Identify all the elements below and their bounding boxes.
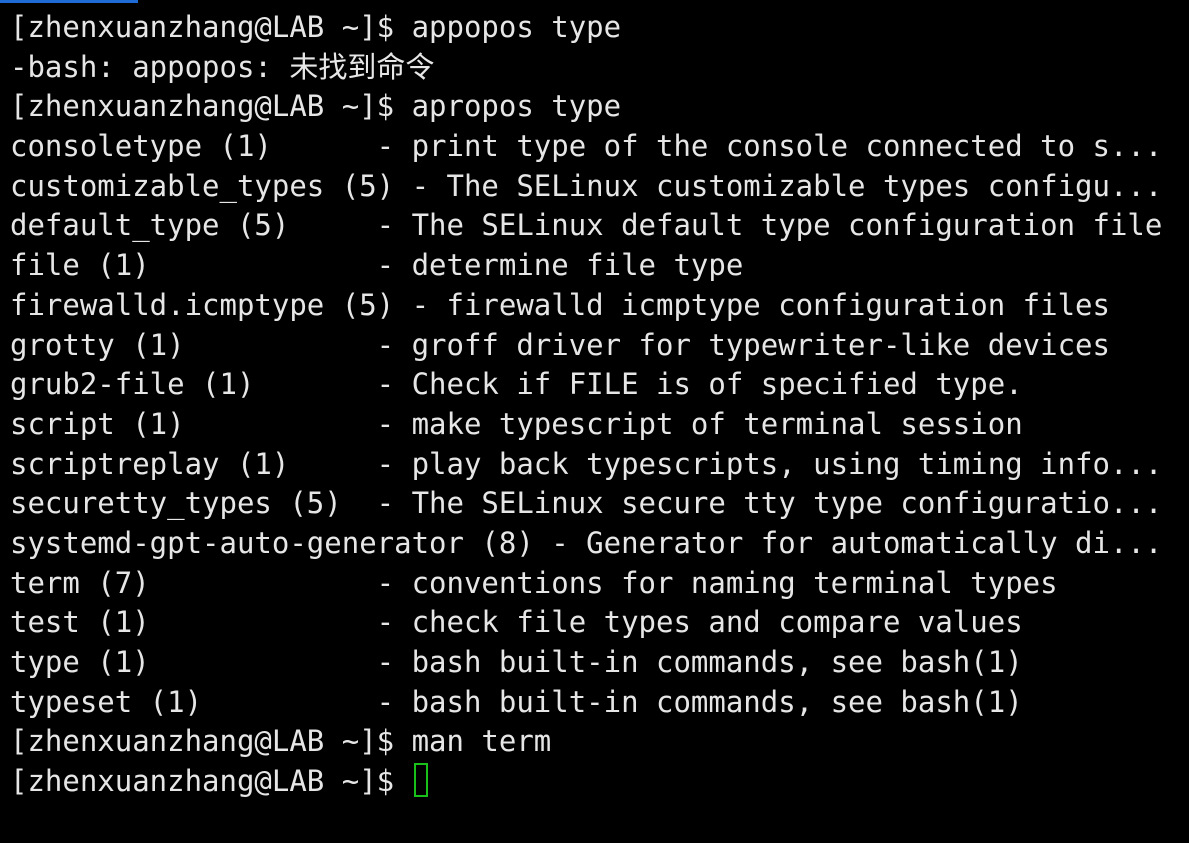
terminal-line: firewalld.icmptype (5) - firewalld icmpt… [10, 287, 1110, 322]
terminal-line: securetty_types (5) - The SELinux secure… [10, 486, 1163, 521]
active-tab-indicator [0, 0, 138, 3]
terminal-line: typeset (1) - bash built-in commands, se… [10, 684, 1023, 719]
terminal-line: script (1) - make typescript of terminal… [10, 406, 1023, 441]
terminal-line: customizable_types (5) - The SELinux cus… [10, 168, 1163, 203]
terminal-line: grub2-file (1) - Check if FILE is of spe… [10, 367, 1023, 402]
terminal-line: file (1) - determine file type [10, 248, 744, 283]
terminal-line: [zhenxuanzhang@LAB ~]$ apropos type [10, 89, 622, 124]
terminal-line: default_type (5) - The SELinux default t… [10, 208, 1163, 243]
terminal-line: -bash: appopos: 未找到命令 [10, 49, 435, 84]
terminal-window[interactable]: [zhenxuanzhang@LAB ~]$ appopos type -bas… [0, 8, 1189, 843]
terminal-line: grotty (1) - groff driver for typewriter… [10, 327, 1110, 362]
terminal-line: consoletype (1) - print type of the cons… [10, 129, 1163, 164]
terminal-line: test (1) - check file types and compare … [10, 605, 1023, 640]
terminal-line: [zhenxuanzhang@LAB ~]$ appopos type [10, 10, 622, 44]
terminal-line: term (7) - conventions for naming termin… [10, 565, 1058, 600]
text-cursor[interactable] [413, 763, 428, 798]
terminal-line: scriptreplay (1) - play back typescripts… [10, 446, 1163, 481]
shell-prompt: [zhenxuanzhang@LAB ~]$ [10, 764, 412, 799]
terminal-line: [zhenxuanzhang@LAB ~]$ man term [10, 724, 552, 759]
terminal-line: type (1) - bash built-in commands, see b… [10, 645, 1023, 679]
terminal-line: systemd-gpt-auto-generator (8) - Generat… [10, 525, 1163, 560]
prompt-line[interactable]: [zhenxuanzhang@LAB ~]$ [0, 762, 1189, 802]
